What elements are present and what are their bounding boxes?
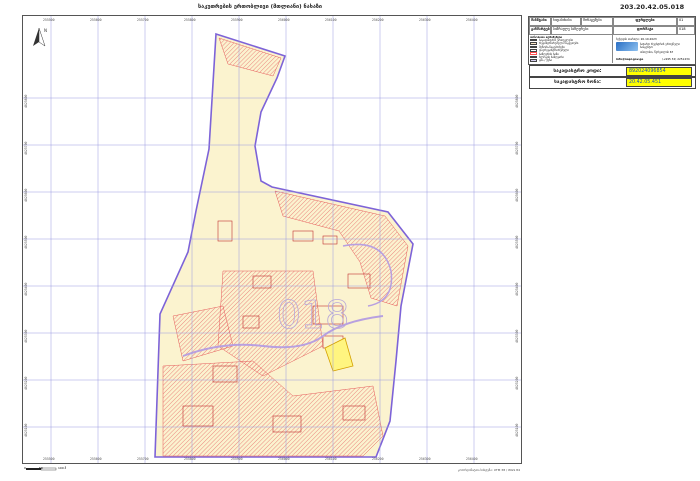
y-tick-right: 4625300	[515, 329, 519, 343]
info-value: ხიდასიხისი	[551, 17, 581, 26]
x-tick: 256200	[372, 18, 384, 22]
agency-block: ბეჭდვის თარიღი: 20.10.2023 საჯარო რეესტრ…	[614, 36, 694, 63]
y-tick: 4625400	[24, 282, 28, 296]
info-label: ფურცლები	[613, 17, 677, 26]
y-tick: 4625800	[24, 94, 28, 108]
scale-zero: 0	[24, 466, 26, 470]
x-tick: 255600	[90, 18, 102, 22]
y-tick-right: 4625500	[515, 235, 519, 249]
x-tick-bottom: 255700	[137, 457, 149, 461]
info-label: განმარტება	[529, 26, 551, 35]
y-tick-right: 4625800	[515, 94, 519, 108]
cadastral-code-value: 892024096854	[626, 67, 692, 76]
x-tick-bottom: 256300	[419, 457, 431, 461]
legend-swatch	[530, 56, 537, 59]
north-arrow-icon: N	[33, 27, 47, 47]
x-tick: 255900	[231, 18, 243, 22]
x-tick: 256000	[278, 18, 290, 22]
info-label: მასშტაბი	[529, 17, 551, 26]
info-label: ფორმატი	[613, 26, 677, 35]
y-tick: 4625100	[24, 423, 28, 437]
x-tick-bottom: 255600	[90, 457, 102, 461]
x-tick-bottom: 255500	[43, 457, 55, 461]
scale-bar: 0 50 100 მ	[24, 462, 84, 481]
legend-swatch	[530, 59, 537, 62]
svg-text:N: N	[44, 28, 47, 33]
cadastral-map[interactable]: 018 N	[23, 16, 521, 463]
agency-name: საჯარო რეესტრის ეროვნული სააგენტო	[640, 42, 680, 50]
y-tick-right: 4625600	[515, 188, 519, 202]
info-value: 018	[677, 26, 695, 35]
y-tick-right: 4625400	[515, 282, 519, 296]
agency-address: თბილისი, წერეთლის 67	[640, 50, 674, 54]
x-tick: 255800	[184, 18, 196, 22]
y-tick: 4625300	[24, 329, 28, 343]
sheet-code: 203.20.42.05.018	[620, 3, 685, 11]
x-tick-bottom: 255900	[231, 457, 243, 461]
x-tick-bottom: 256200	[372, 457, 384, 461]
legend: პირობითი აღნიშვნები საკადასტრო ერთეულები…	[528, 35, 613, 63]
print-date: ბეჭდვის თარიღი: 20.10.2023	[616, 37, 657, 41]
page-title: საკუთრების ერთობლივი (მთლიანი) ნახაზი	[197, 4, 323, 10]
info-value: 01	[677, 17, 695, 26]
agency-phone: (+995 32) 2251434	[662, 57, 690, 61]
x-tick-bottom: 256400	[466, 457, 478, 461]
x-tick-bottom: 255800	[184, 457, 196, 461]
map-frame[interactable]: 018 N 255500 255600 255700 255800 255900…	[22, 15, 522, 464]
x-tick: 256400	[466, 18, 478, 22]
y-tick: 4625600	[24, 188, 28, 202]
cadastral-zone-box: საკადასტრო ზონა: 20.42.05.451	[529, 76, 696, 89]
y-tick: 4625700	[24, 141, 28, 155]
parcel-number: 018	[277, 293, 350, 337]
agency-email[interactable]: info@napr.gov.ge	[616, 57, 643, 61]
y-tick-right: 4625100	[515, 423, 519, 437]
x-tick-bottom: 256100	[325, 457, 337, 461]
y-tick-right: 4625700	[515, 141, 519, 155]
legend-item: გზა / ქუჩა	[530, 58, 552, 62]
scale-mid: 50	[39, 466, 43, 470]
x-tick-bottom: 256000	[278, 457, 290, 461]
scale-unit: 100 მ	[58, 466, 67, 470]
x-tick: 256100	[325, 18, 337, 22]
info-value: სიმრავლე საზღვრები	[551, 26, 613, 35]
y-tick-right: 4625200	[515, 376, 519, 390]
cadastral-zone-label: საკადასტრო ზონა:	[554, 80, 601, 85]
x-tick: 256300	[419, 18, 431, 22]
agency-logo-icon	[616, 42, 638, 51]
x-tick: 255700	[137, 18, 149, 22]
y-tick: 4625200	[24, 376, 28, 390]
footer-note: კოორდინატთა სისტემა: UTM 38 / WGS 84	[457, 468, 520, 472]
y-tick: 4625500	[24, 235, 28, 249]
cadastral-zone-value: 20.42.05.451	[626, 78, 692, 87]
x-tick: 255500	[43, 18, 55, 22]
info-value: მონაცემები	[581, 17, 613, 26]
